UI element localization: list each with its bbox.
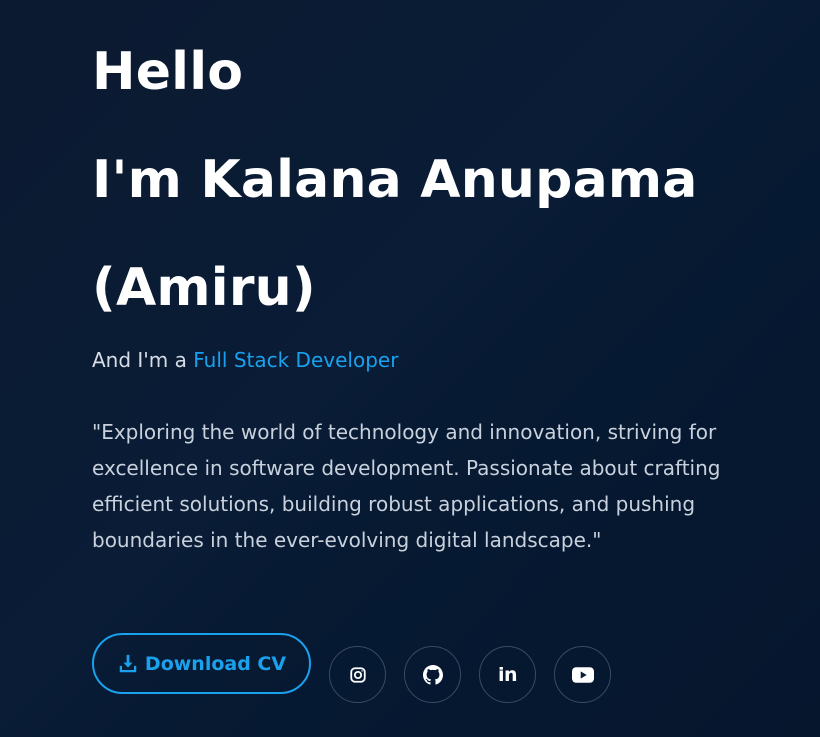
role-line: And I'm a Full Stack Developer <box>92 346 804 374</box>
greeting-text: Hello <box>92 42 244 102</box>
linkedin-link[interactable]: in <box>479 646 536 703</box>
linkedin-icon: in <box>497 663 518 686</box>
nickname-text: (Amiru) <box>92 258 316 318</box>
instagram-icon <box>349 666 367 684</box>
github-link[interactable] <box>404 646 461 703</box>
hero-headline: Hello I'm Kalana Anupama (Amiru) <box>92 0 804 342</box>
role-prefix: And I'm a <box>92 348 194 372</box>
youtube-link[interactable] <box>554 646 611 703</box>
bio-paragraph: "Exploring the world of technology and i… <box>92 420 721 552</box>
download-icon <box>117 653 139 675</box>
social-links: in <box>329 646 629 703</box>
hero-section: Hello I'm Kalana Anupama (Amiru) And I'm… <box>92 0 804 558</box>
instagram-link[interactable] <box>329 646 386 703</box>
github-icon <box>422 664 443 685</box>
role-highlight: Full Stack Developer <box>193 348 399 372</box>
youtube-icon <box>571 666 594 683</box>
download-cv-button[interactable]: Download CV <box>92 633 311 694</box>
hero-actions: Download CV in <box>92 624 629 703</box>
name-text: I'm Kalana Anupama <box>92 150 698 210</box>
download-cv-label: Download CV <box>144 652 287 675</box>
